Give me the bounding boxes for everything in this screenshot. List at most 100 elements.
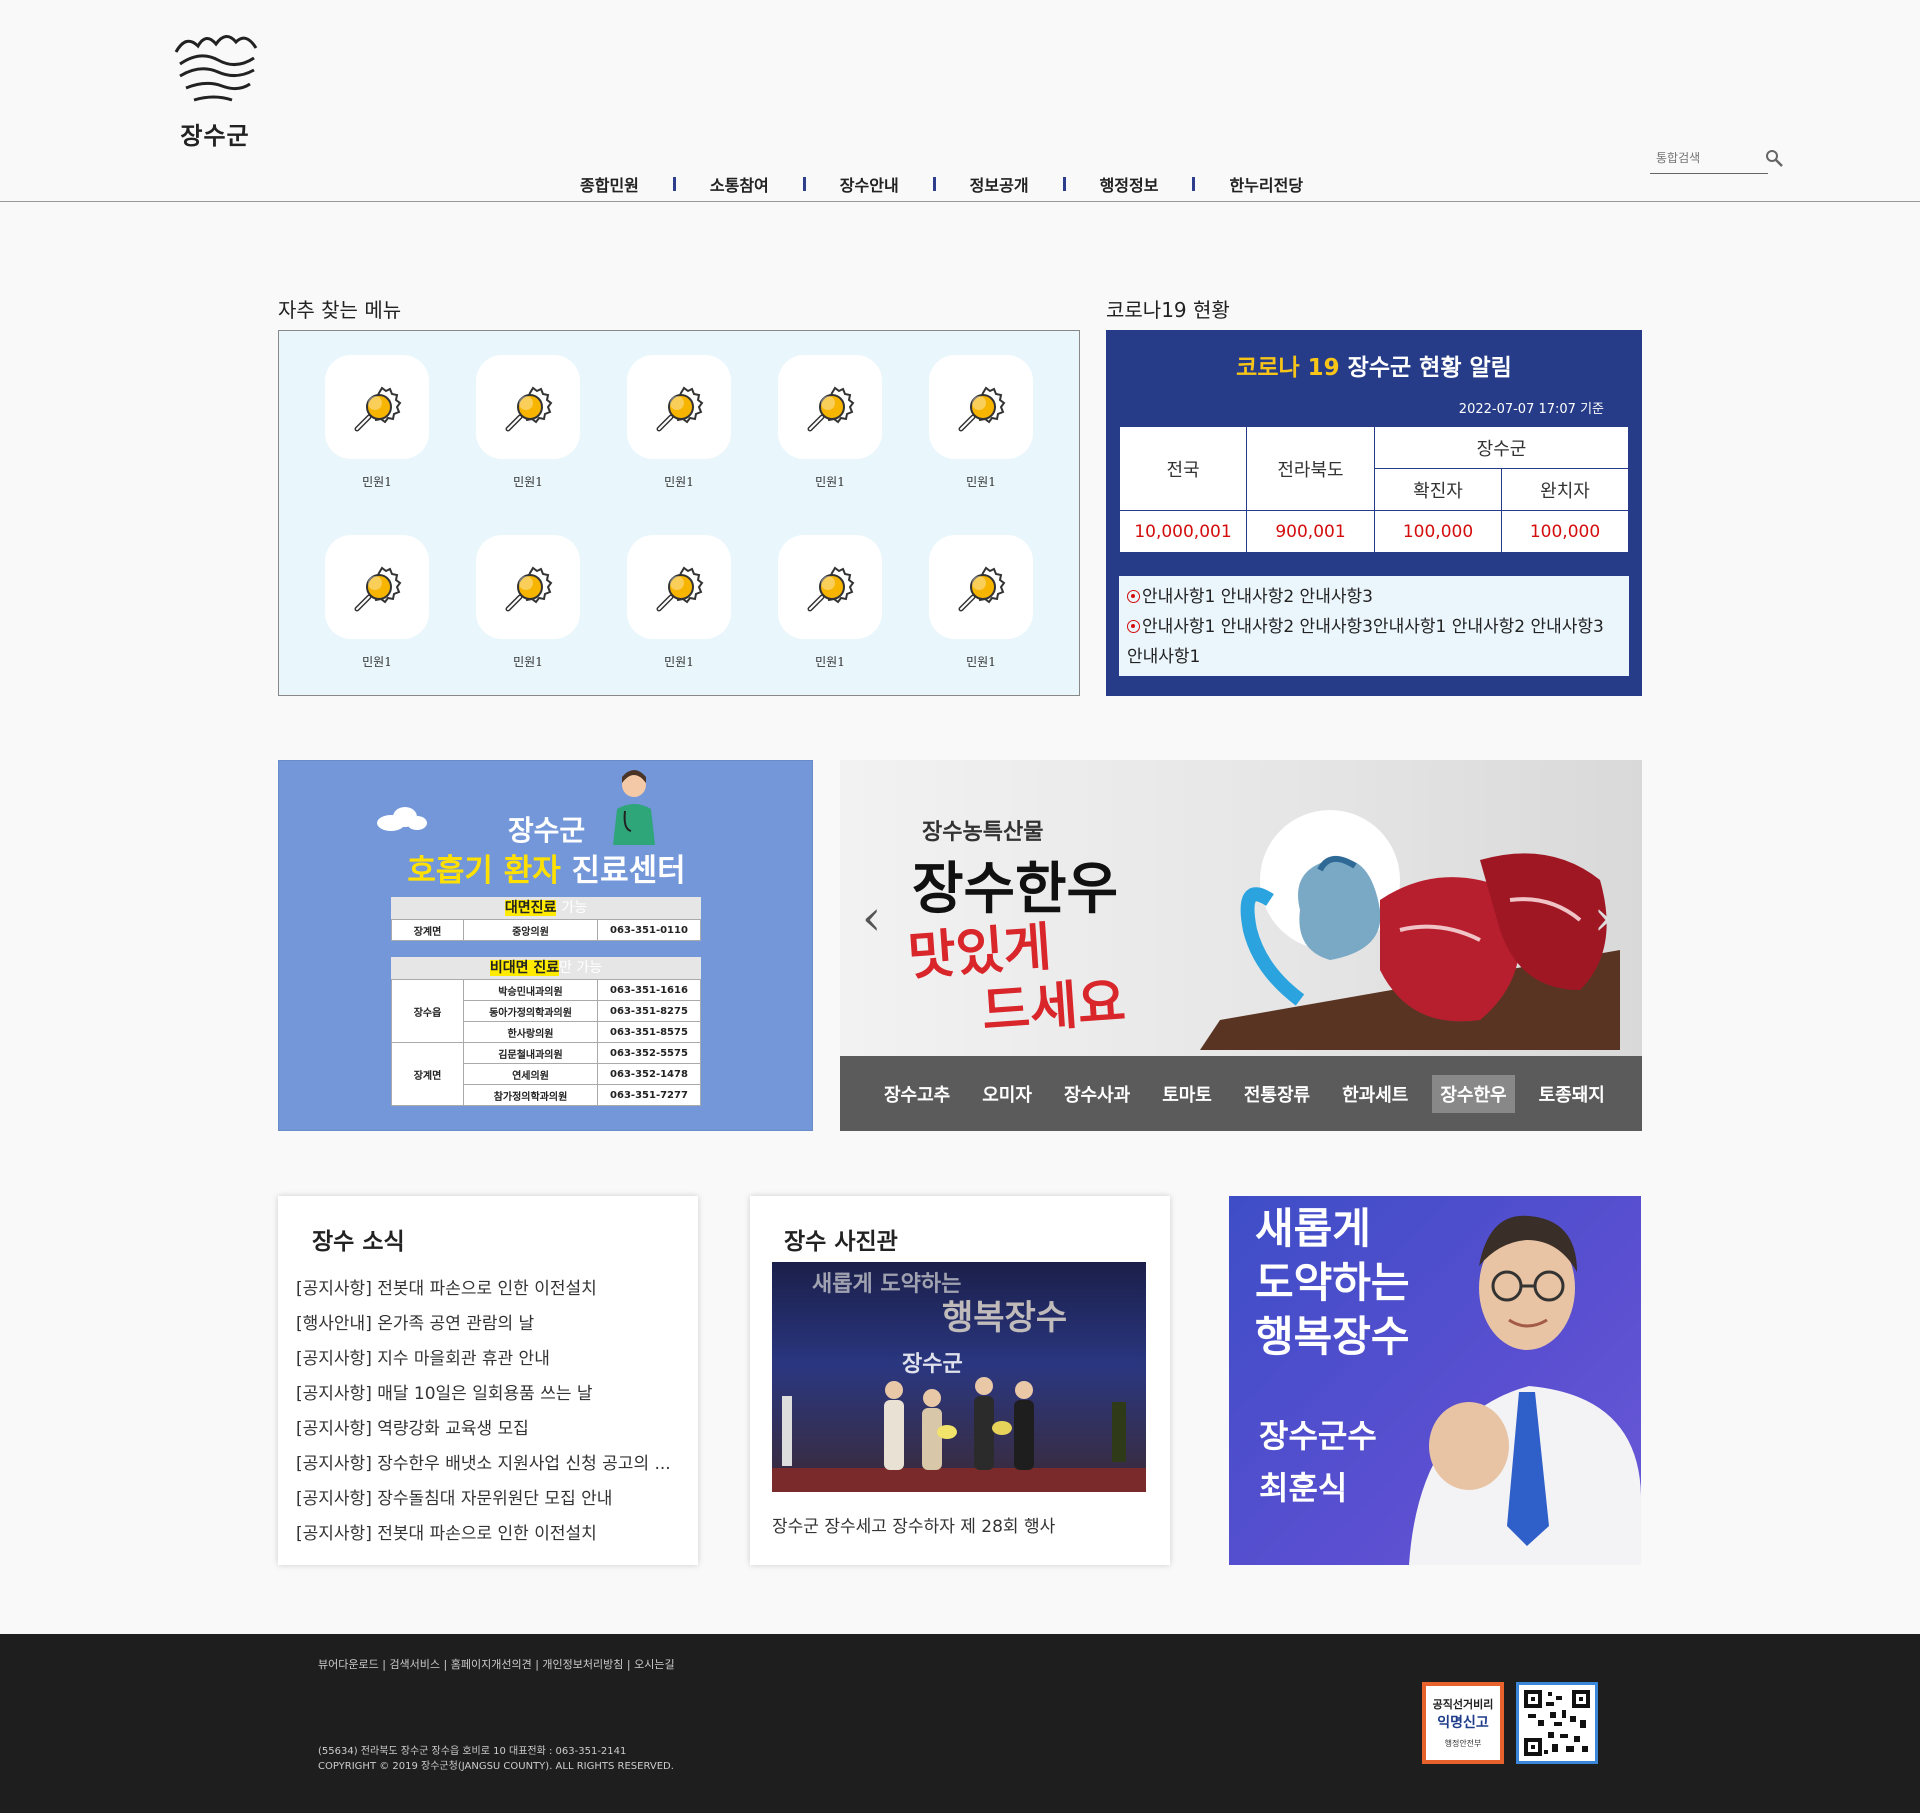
nav-item-guide[interactable]: 장수안내 [820,172,919,196]
covid-notice-item[interactable]: 안내사항1 안내사항2 안내사항3 [1127,582,1621,612]
quick-menu-item[interactable]: 민원1 [476,535,580,670]
covid-title-highlight: 코로나 19 [1236,355,1340,381]
search-icon[interactable] [1764,148,1784,168]
product-tab[interactable]: 장수사과 [1056,1075,1138,1113]
civil-service-icon [627,355,731,459]
covid-value-province: 900,001 [1246,510,1375,553]
clinic-name: 박승민내과의원 [463,979,598,1001]
civil-service-icon [929,355,1033,459]
face-clinic-table: 장계면 중앙의원 063-351-0110 [391,919,701,941]
news-card-title: 장수 소식 [312,1229,405,1255]
quick-menu-label: 민원1 [513,475,543,489]
slider-next-button[interactable]: › [1594,890,1613,946]
photo-text-mid: 행복장수 [942,1298,1068,1338]
event-photo[interactable]: 새롭게 도약하는 행복장수 장수군 [772,1262,1146,1492]
clinic-region: 장계면 [391,919,464,941]
news-list-item[interactable]: [공지사항] 역량강화 교육생 모집 [296,1412,688,1447]
beef-illustration-icon [1200,810,1620,1050]
product-tab[interactable]: 장수고추 [876,1075,958,1113]
quick-menu-item[interactable]: 민원1 [627,355,731,490]
footer-link-viewer[interactable]: 뷰어다운로드 [318,1658,379,1671]
mayor-banner[interactable]: 새롭게 도약하는 행복장수 장수군수 최훈식 [1229,1196,1641,1565]
nav-item-admin[interactable]: 행정정보 [1080,172,1179,196]
covid-date: 2022-07-07 17:07 기준 [1458,402,1604,417]
site-footer: 뷰어다운로드 | 검색서비스 | 홈페이지개선의견 | 개인정보처리방침 | 오… [0,1634,1920,1813]
quick-menu-label: 민원1 [966,655,996,669]
news-card: 장수 소식 [공지사항] 전봇대 파손으로 인한 이전설치 [행사안내] 온가족 … [278,1196,698,1565]
quick-menu-item[interactable]: 민원1 [929,355,1033,490]
quick-menu-item[interactable]: 민원1 [325,535,429,670]
covid-value-confirmed: 100,000 [1374,510,1502,553]
slide-image[interactable]: 장수농특산물 장수한우 맛있게 드세요 ‹ › [840,760,1642,1056]
nonface-clinic-header: 비대면 진료만 가능 [391,957,701,979]
photo-caption[interactable]: 장수군 장수세고 장수하자 제 28회 행사 [772,1512,1055,1537]
footer-link-directions[interactable]: 오시는길 [634,1658,674,1671]
clinic-name: 한사랑의원 [463,1021,598,1043]
quick-menu-label: 민원1 [815,475,845,489]
quick-menu-label: 민원1 [362,655,392,669]
respiratory-clinic-banner[interactable]: 장수군 호흡기 환자 진료센터 대면진료 가능 장계면 중앙의원 063-351… [278,760,813,1131]
news-list-item[interactable]: [공지사항] 지수 마을회관 휴관 안내 [296,1342,688,1377]
civil-service-icon [778,355,882,459]
footer-link-privacy[interactable]: 개인정보처리방침 [542,1658,623,1671]
mayor-signature: 장수군수 최훈식 [1259,1417,1377,1507]
news-list-item[interactable]: [공지사항] 전봇대 파손으로 인한 이전설치 [296,1517,688,1552]
quick-menu-item[interactable]: 민원1 [627,535,731,670]
news-list: [공지사항] 전봇대 파손으로 인한 이전설치 [행사안내] 온가족 공연 관람의… [296,1272,688,1552]
news-list-item[interactable]: [공지사항] 장수돌침대 자문위원단 모집 안내 [296,1482,688,1517]
news-list-item[interactable]: [공지사항] 매달 10일은 일회용품 쓰는 날 [296,1377,688,1412]
search-box [1650,144,1783,174]
nav-item-participation[interactable]: 소통참여 [690,172,789,196]
nav-divider [802,177,806,191]
footer-link-search[interactable]: 검색서비스 [389,1658,440,1671]
product-tab[interactable]: 오미자 [974,1075,1040,1113]
product-tab[interactable]: 한과세트 [1334,1075,1416,1113]
nonface-clinic-table: 장수읍 박승민내과의원 063-351-1616 동아가정의학과의원 063-351-… [391,979,701,1106]
news-list-item[interactable]: [공지사항] 전봇대 파손으로 인한 이전설치 [296,1272,688,1307]
footer-link-feedback[interactable]: 홈페이지개선의견 [451,1658,532,1671]
nav-divider [672,177,676,191]
banner-left-subtitle: 호흡기 환자 진료센터 [407,853,686,889]
product-tab[interactable]: 토마토 [1154,1075,1220,1113]
qr-code-icon[interactable] [1516,1682,1598,1764]
photo-text-top: 새롭게 도약하는 [812,1271,962,1297]
clinic-phone: 063-352-1478 [597,1063,701,1085]
clinic-phone: 063-351-8575 [597,1021,701,1043]
main-nav: 종합민원 소통참여 장수안내 정보공개 행정정보 한누리전당 [560,172,1323,196]
quick-menu-item[interactable]: 민원1 [778,535,882,670]
covid-header-confirmed: 확진자 [1374,468,1502,511]
slider-prev-button[interactable]: ‹ [862,890,881,946]
footer-address: (55634) 전라북도 장수군 장수읍 호비로 10 대표전화 : 063-3… [318,1746,674,1772]
slide-script-text: 맛있게 드세요 [906,916,1128,1043]
covid-panel: 코로나 19 장수군 현황 알림 2022-07-07 17:07 기준 전국 … [1106,330,1642,696]
specialty-products-slider: 장수농특산물 장수한우 맛있게 드세요 ‹ › 장수고추 오미자 장수사과 토마토 전통장… [840,760,1642,1131]
quick-menu-item[interactable]: 민원1 [325,355,429,490]
election-report-badge[interactable]: 공직선거비리 익명신고 행정안전부 [1422,1682,1504,1764]
product-tab[interactable]: 전통장류 [1236,1075,1318,1113]
face-clinic-header: 대면진료 가능 [391,897,701,919]
quick-menu-item[interactable]: 민원1 [778,355,882,490]
quick-menu-label: 민원1 [815,655,845,669]
nav-item-civil[interactable]: 종합민원 [560,172,659,196]
search-input[interactable] [1650,144,1750,172]
clinic-phone: 063-351-8275 [597,1000,701,1022]
covid-header-province: 전라북도 [1246,426,1375,511]
clinic-phone: 063-351-7277 [597,1084,701,1106]
news-list-item[interactable]: [행사안내] 온가족 공연 관람의 날 [296,1307,688,1342]
quick-menu-item[interactable]: 민원1 [929,535,1033,670]
clinic-phone: 063-352-5575 [597,1042,701,1064]
quick-menu-item[interactable]: 민원1 [476,355,580,490]
news-list-item[interactable]: [공지사항] 장수한우 배냇소 지원사업 신청 공고의 ... [296,1447,688,1482]
nav-divider [932,177,936,191]
nav-item-hall[interactable]: 한누리전당 [1209,172,1323,196]
nav-item-disclosure[interactable]: 정보공개 [950,172,1049,196]
clinic-region: 장수읍 [391,979,464,1043]
clinic-phone: 063-351-1616 [597,979,701,1001]
product-tab[interactable]: 토종돼지 [1531,1075,1613,1113]
site-logo[interactable]: 장수군 [170,30,260,150]
product-tab[interactable]: 장수한우 [1432,1074,1515,1113]
covid-header-national: 전국 [1119,426,1247,511]
covid-header-recovered: 완치자 [1501,468,1629,511]
slide-title: 장수한우 [912,857,1119,922]
covid-notice-item[interactable]: 안내사항1 안내사항2 안내사항3안내사항1 안내사항2 안내사항3 안내사항1 [1127,612,1621,672]
